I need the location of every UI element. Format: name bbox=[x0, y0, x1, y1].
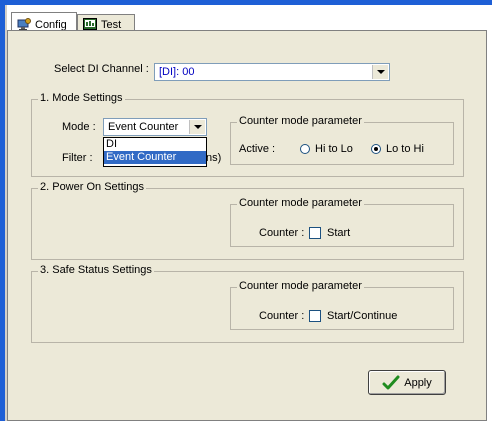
mode-settings-title: 1. Mode Settings bbox=[38, 92, 125, 104]
safe-status-counter-param-title: Counter mode parameter bbox=[237, 280, 364, 292]
mode-dropdown-list: DI Event Counter bbox=[103, 137, 207, 167]
tab-config-label: Config bbox=[35, 18, 67, 31]
mode-counter-param-group: Counter mode parameter Active : Hi to Lo… bbox=[230, 115, 454, 165]
radio-hi-to-lo[interactable] bbox=[300, 144, 310, 154]
apply-label: Apply bbox=[404, 376, 432, 389]
chevron-down-icon[interactable] bbox=[189, 120, 205, 134]
power-on-start-checkbox[interactable] bbox=[309, 227, 321, 239]
power-on-counter-param-title: Counter mode parameter bbox=[237, 197, 364, 209]
checkmark-icon bbox=[382, 375, 400, 391]
safe-status-start-checkbox[interactable] bbox=[309, 310, 321, 322]
config-panel: Select DI Channel : [DI]: 00 1. Mode Set… bbox=[7, 30, 487, 421]
power-on-counter-label: Counter : bbox=[259, 227, 305, 239]
di-channel-select[interactable]: [DI]: 00 bbox=[154, 63, 390, 81]
power-on-counter-param-group: Counter mode parameter Counter : Start bbox=[230, 197, 454, 247]
safe-status-counter-label: Counter : bbox=[259, 310, 305, 322]
radio-lo-to-hi[interactable] bbox=[371, 144, 381, 154]
power-on-settings-title: 2. Power On Settings bbox=[38, 181, 146, 193]
mode-select-value: Event Counter bbox=[108, 121, 179, 133]
tab-test-label: Test bbox=[101, 18, 122, 31]
select-channel-label: Select DI Channel : bbox=[54, 63, 149, 75]
safe-status-settings-title: 3. Safe Status Settings bbox=[38, 264, 154, 276]
radio-hi-to-lo-label: Hi to Lo bbox=[315, 143, 353, 155]
power-on-start-label: Start bbox=[327, 227, 351, 239]
radio-lo-to-hi-label: Lo to Hi bbox=[386, 143, 424, 155]
safe-status-counter-param-group: Counter mode parameter Counter : Start/C… bbox=[230, 280, 454, 330]
mode-settings-group: 1. Mode Settings Mode : Filter : ns) Cou… bbox=[31, 92, 464, 177]
safe-status-settings-group: 3. Safe Status Settings Counter mode par… bbox=[31, 264, 464, 343]
mode-select[interactable]: Event Counter bbox=[103, 118, 207, 136]
mode-counter-param-title: Counter mode parameter bbox=[237, 115, 364, 127]
chevron-down-icon[interactable] bbox=[372, 65, 388, 79]
di-channel-value: [DI]: 00 bbox=[159, 66, 195, 78]
dropdown-option-event-counter[interactable]: Event Counter bbox=[104, 151, 206, 164]
dropdown-option-di[interactable]: DI bbox=[104, 138, 206, 151]
filter-label: Filter : bbox=[62, 152, 93, 164]
mode-label: Mode : bbox=[62, 121, 96, 133]
safe-status-start-label: Start/Continue bbox=[327, 310, 398, 322]
power-on-settings-group: 2. Power On Settings Counter mode parame… bbox=[31, 181, 464, 260]
active-label: Active : bbox=[239, 143, 276, 155]
filter-unit-suffix: ns) bbox=[206, 152, 222, 164]
apply-button[interactable]: Apply bbox=[368, 370, 446, 395]
